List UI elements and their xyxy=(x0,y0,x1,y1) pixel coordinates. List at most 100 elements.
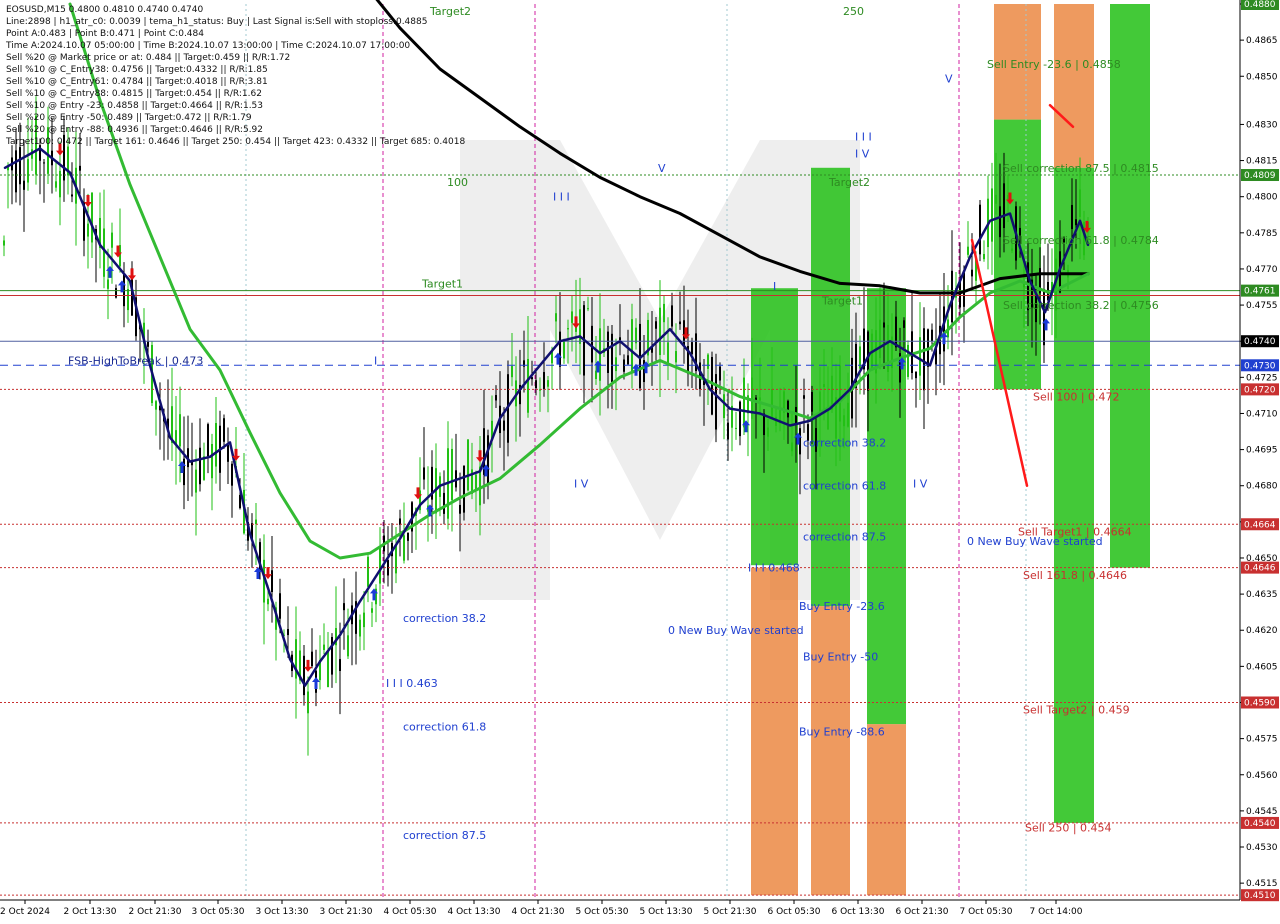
candle-body xyxy=(487,435,489,486)
candle-body xyxy=(323,644,325,651)
chart-annotation: I I I 0.468 xyxy=(748,562,800,575)
chart-annotation: FSB-HighToBreak | 0.473 xyxy=(68,354,203,367)
info-line: Line:2898 | h1_atr_c0: 0.0039 | tema_h1_… xyxy=(6,17,428,27)
candle-body xyxy=(671,305,673,327)
candle-body xyxy=(999,206,1001,238)
candle-body xyxy=(103,228,105,277)
candle-body xyxy=(839,365,841,422)
chart-annotation: 250 xyxy=(843,5,864,18)
chart-annotation: Sell correction 87.5 | 0.4815 xyxy=(1003,162,1159,175)
price-label-text: 0.4730 xyxy=(1244,361,1276,371)
info-line: EOSUSD,M15 0.4800 0.4810 0.4740 0.4740 xyxy=(6,5,204,15)
chart-annotation: correction 38.2 xyxy=(403,612,486,625)
candle-body xyxy=(631,319,633,372)
candle-body xyxy=(843,415,845,427)
candle-body xyxy=(79,165,81,171)
info-line: Sell %20 @ Entry -50: 0.489 || Target:0.… xyxy=(6,113,252,123)
y-tick-label: 0.4800 xyxy=(1246,193,1278,203)
y-tick-label: 0.4620 xyxy=(1246,626,1278,636)
x-tick-label: 4 Oct 13:30 xyxy=(448,907,501,917)
candle-body xyxy=(767,427,769,437)
candle-body xyxy=(467,439,469,491)
candle-body xyxy=(771,389,773,418)
candle-body xyxy=(579,309,581,344)
candle-body xyxy=(1075,219,1077,226)
chart-annotation: V xyxy=(945,73,953,86)
candle-body xyxy=(407,532,409,541)
chart-annotation: Sell correction 38.2 | 0.4756 xyxy=(1003,299,1159,312)
x-tick-label: 4 Oct 05:30 xyxy=(384,907,437,917)
candle-body xyxy=(459,504,461,514)
candle-body xyxy=(995,194,997,204)
candle-body xyxy=(379,547,381,584)
price-label-text: 0.4761 xyxy=(1244,287,1276,297)
candle-body xyxy=(607,331,609,373)
x-tick-label: 5 Oct 21:30 xyxy=(704,907,757,917)
candle-body xyxy=(879,319,881,359)
candle-body xyxy=(991,188,993,242)
candle-body xyxy=(19,147,21,185)
chart-annotation: Buy Entry -23.6 xyxy=(799,600,885,613)
y-tick-label: 0.4710 xyxy=(1246,409,1278,419)
chart-annotation: Sell 161.8 | 0.4646 xyxy=(1023,569,1127,582)
zone-rect xyxy=(994,119,1041,390)
candle-body xyxy=(787,400,789,418)
price-label-text: 0.4540 xyxy=(1244,819,1276,829)
zone-rect xyxy=(751,567,798,896)
x-tick-label: 2 Oct 13:30 xyxy=(64,907,117,917)
candle-body xyxy=(535,380,537,389)
candle-body xyxy=(227,444,229,462)
candle-body xyxy=(363,612,365,628)
candle-body xyxy=(199,447,201,485)
price-label-text: 0.4880 xyxy=(1244,0,1276,10)
chart-annotation: 0 New Buy Wave started xyxy=(668,624,804,637)
info-line: Point A:0.483 | Point B:0.471 | Point C:… xyxy=(6,29,204,39)
candle-body xyxy=(723,394,725,419)
y-tick-label: 0.4530 xyxy=(1246,843,1278,853)
candle-body xyxy=(87,223,89,237)
candle-body xyxy=(547,380,549,387)
candle-body xyxy=(255,519,257,525)
candle-body xyxy=(71,194,73,197)
candle-body xyxy=(195,469,197,493)
chart-annotation: 100 xyxy=(447,176,468,189)
candle-body xyxy=(619,337,621,341)
candle-body xyxy=(1011,248,1013,251)
price-label-text: 0.4510 xyxy=(1244,891,1276,901)
x-tick-label: 3 Oct 05:30 xyxy=(192,907,245,917)
candle-body xyxy=(979,204,981,255)
chart-annotation: correction 87.5 xyxy=(403,829,486,842)
candle-body xyxy=(1079,189,1081,217)
candle-body xyxy=(347,635,349,657)
y-tick-label: 0.4545 xyxy=(1246,807,1278,817)
y-tick-label: 0.4575 xyxy=(1246,735,1278,745)
candle-body xyxy=(267,598,269,605)
candle-body xyxy=(739,401,741,437)
candle-body xyxy=(931,329,933,341)
candle-body xyxy=(339,659,341,671)
candle-body xyxy=(983,254,985,260)
candle-body xyxy=(1003,183,1005,229)
price-label-text: 0.4590 xyxy=(1244,698,1276,708)
chart-annotation: Sell Entry -23.6 | 0.4858 xyxy=(987,58,1121,71)
candle-body xyxy=(867,331,869,391)
candle-body xyxy=(599,328,601,381)
chart-annotation: I I I xyxy=(553,191,570,204)
y-tick-label: 0.4680 xyxy=(1246,482,1278,492)
x-tick-label: 3 Oct 21:30 xyxy=(320,907,373,917)
candle-body xyxy=(915,371,917,379)
candle-body xyxy=(1043,289,1045,346)
candle-body xyxy=(663,303,665,323)
indicator-info-panel: EOSUSD,M15 0.4800 0.4810 0.4740 0.4740 L… xyxy=(6,4,465,148)
candle-body xyxy=(563,341,565,359)
candle-body xyxy=(907,344,909,377)
candle-body xyxy=(679,321,681,325)
candle-body xyxy=(803,395,805,399)
zone-rect xyxy=(1110,4,1150,568)
candle-body xyxy=(211,443,213,479)
info-line: Sell %10 @ Entry -23: 0.4858 || Target:0… xyxy=(6,101,264,111)
candle-body xyxy=(759,397,761,401)
chart-annotation: I I I 0.463 xyxy=(386,677,438,690)
x-tick-label: 3 Oct 13:30 xyxy=(256,907,309,917)
candle-body xyxy=(203,456,205,480)
